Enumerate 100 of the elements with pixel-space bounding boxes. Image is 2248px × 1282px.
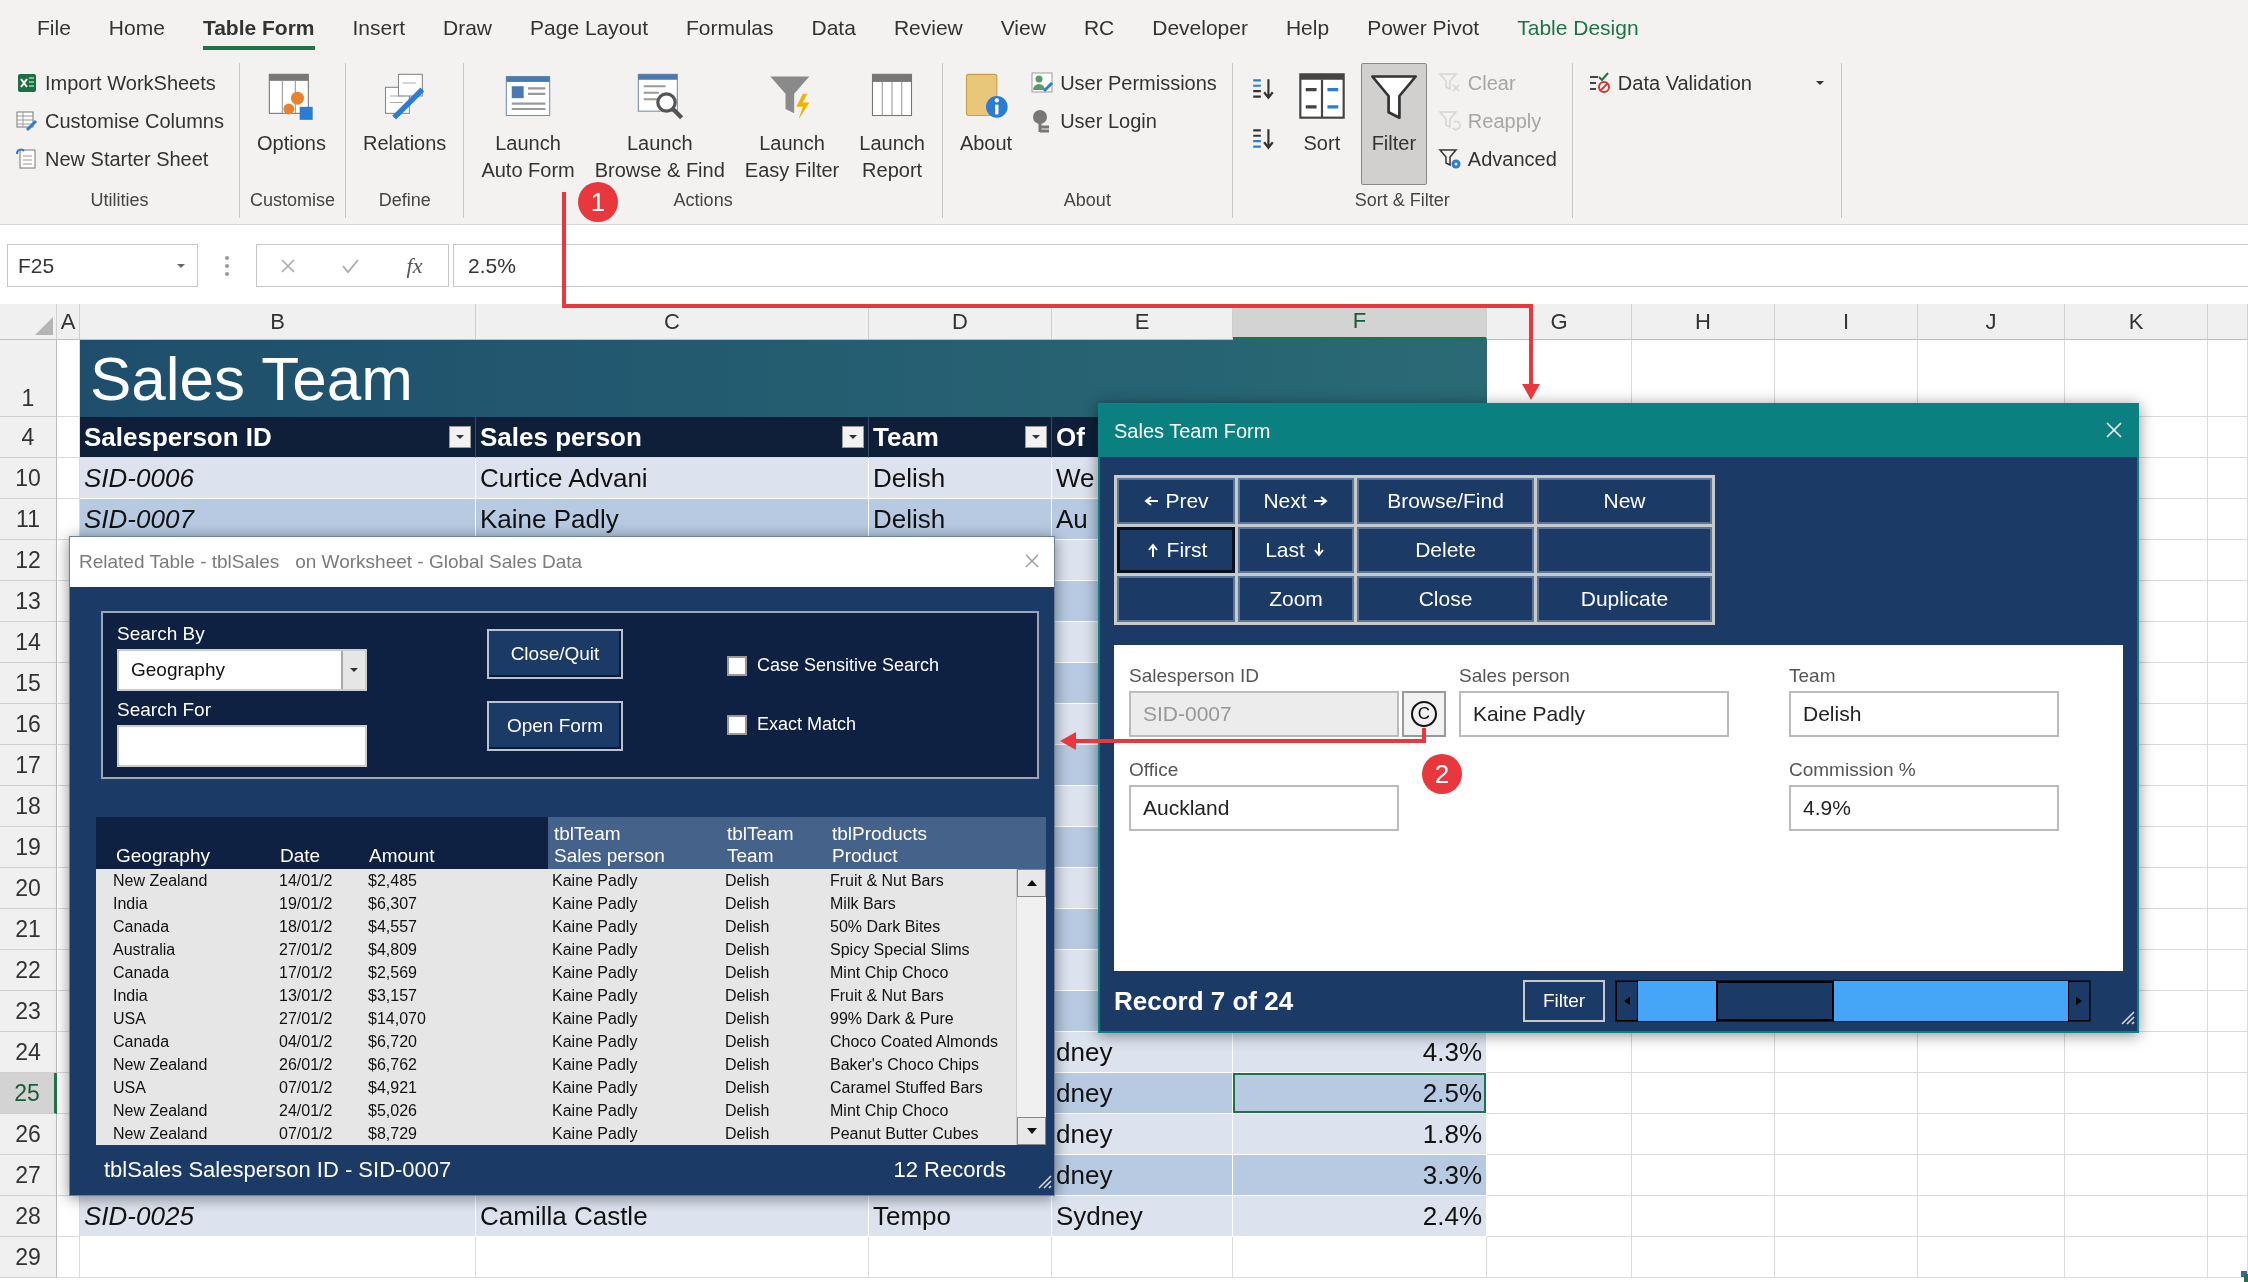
ribbon-button[interactable]: About [952,63,1020,185]
scroll-up-button[interactable] [1017,869,1046,897]
row-header[interactable]: 19 [0,827,57,868]
empty-cell[interactable] [2208,581,2248,622]
empty-cell[interactable] [1632,1114,1775,1155]
text-field[interactable]: Auckland [1129,785,1399,831]
table-cell[interactable]: dney [1052,1032,1233,1073]
empty-cell[interactable] [2065,1155,2208,1196]
empty-cell[interactable] [1632,1155,1775,1196]
empty-cell[interactable] [2208,1073,2248,1114]
column-header[interactable]: G [1487,304,1632,340]
ribbon-button[interactable]: Launch Report [852,63,932,187]
header-cell[interactable]: Sales person [476,417,869,458]
column-header[interactable]: K [2065,304,2208,340]
row-header[interactable]: 1 [0,340,57,417]
row-header[interactable]: 26 [0,1114,57,1155]
table-cell[interactable]: dney [1052,1155,1233,1196]
empty-cell[interactable] [2208,1114,2248,1155]
menu-tab[interactable]: Table Design [1498,0,1658,55]
empty-cell[interactable] [1775,1073,1918,1114]
checkbox[interactable] [727,714,747,735]
ribbon-button[interactable]: Filter [1360,63,1427,185]
empty-cell[interactable] [2208,991,2248,1032]
table-resize-handle[interactable] [2241,1271,2248,1278]
menu-tab[interactable]: Draw [424,0,512,55]
formula-field[interactable]: 2.5% [453,244,2248,287]
record-scrollbar[interactable] [1615,980,2091,1022]
table-cell[interactable]: 2.4% [1233,1196,1487,1237]
menu-tab[interactable]: Page Layout [511,0,667,55]
empty-cell[interactable] [2208,786,2248,827]
nav-button[interactable]: Browse/Find [1357,478,1534,524]
empty-cell[interactable] [1775,1114,1918,1155]
empty-cell[interactable] [1775,1155,1918,1196]
empty-cell[interactable] [57,1237,80,1278]
table-cell[interactable]: 4.3% [1233,1032,1487,1073]
empty-cell[interactable] [1918,1114,2065,1155]
menu-tab[interactable]: Data [792,0,875,55]
column-header[interactable]: A [57,304,80,340]
nav-button[interactable]: Delete [1357,527,1534,573]
row-header[interactable]: 12 [0,540,57,581]
menu-tab[interactable]: Formulas [667,0,793,55]
ribbon-button[interactable]: Relations [356,63,454,185]
menu-tab[interactable]: Review [874,0,982,55]
filter-button[interactable] [842,426,864,448]
empty-cell[interactable] [1052,1237,1233,1278]
filter-button[interactable]: Filter [1523,980,1605,1022]
row-header[interactable]: 25 [0,1073,57,1114]
row-header[interactable]: 23 [0,991,57,1032]
empty-cell[interactable] [80,1237,476,1278]
table-cell[interactable]: SID-0006 [80,458,476,499]
ribbon-button[interactable]: New Starter Sheet [10,141,229,177]
nav-button[interactable]: Duplicate [1537,576,1712,622]
header-cell[interactable]: Team [869,417,1052,458]
menu-tab[interactable]: Insert [333,0,425,55]
empty-cell[interactable] [1918,1155,2065,1196]
empty-cell[interactable] [1233,1237,1487,1278]
table-cell[interactable]: 3.3% [1233,1155,1487,1196]
scrollbar[interactable] [1016,869,1046,1145]
empty-cell[interactable] [2208,1196,2248,1237]
menu-tab[interactable]: View [981,0,1065,55]
table-cell[interactable]: Curtice Advani [476,458,869,499]
nav-button[interactable]: Prev [1117,478,1235,524]
checkbox[interactable] [727,655,747,676]
table-cell[interactable]: 2.5% [1233,1073,1487,1114]
search-field[interactable] [117,725,367,767]
scroll-left-button[interactable] [1616,981,1638,1021]
row-header[interactable]: 10 [0,458,57,499]
menu-tab[interactable]: Power Pivot [1348,0,1499,55]
empty-cell[interactable] [1775,1237,1918,1278]
empty-cell[interactable] [2208,827,2248,868]
ribbon-button[interactable]: User Login [1025,103,1222,139]
table-cell[interactable]: dney [1052,1073,1233,1114]
empty-cell[interactable] [2065,1237,2208,1278]
row-header[interactable]: 29 [0,1237,57,1278]
row-header[interactable]: 24 [0,1032,57,1073]
scroll-right-button[interactable] [2068,981,2090,1021]
menu-tab[interactable]: RC [1064,0,1134,55]
dialog-button[interactable]: Close/Quit [487,629,623,679]
dialog-button[interactable]: Open Form [487,701,623,751]
empty-cell[interactable] [1632,1073,1775,1114]
row-header[interactable]: 20 [0,868,57,909]
table-cell[interactable]: SID-0025 [80,1196,476,1237]
row-header[interactable]: 16 [0,704,57,745]
select-all-button[interactable] [0,304,57,340]
empty-cell[interactable] [2065,1114,2208,1155]
table-cell[interactable]: dney [1052,1114,1233,1155]
empty-cell[interactable] [2208,745,2248,786]
menu-tab[interactable]: Developer [1133,0,1267,55]
column-header[interactable]: I [1775,304,1918,340]
menu-tab[interactable]: Table Form [183,0,334,55]
scroll-thumb[interactable] [1716,981,1834,1021]
empty-cell[interactable] [2208,950,2248,991]
header-cell[interactable]: Salesperson ID [80,417,476,458]
table-cell[interactable]: Delish [869,458,1052,499]
ribbon-button[interactable]: Import WorkSheets [10,65,229,101]
empty-cell[interactable] [2208,663,2248,704]
table-cell[interactable]: Sydney [1052,1196,1233,1237]
empty-cell[interactable] [1775,1196,1918,1237]
ribbon-button[interactable]: User Permissions [1025,65,1222,101]
ribbon-button[interactable]: Data Validation [1582,65,1831,101]
